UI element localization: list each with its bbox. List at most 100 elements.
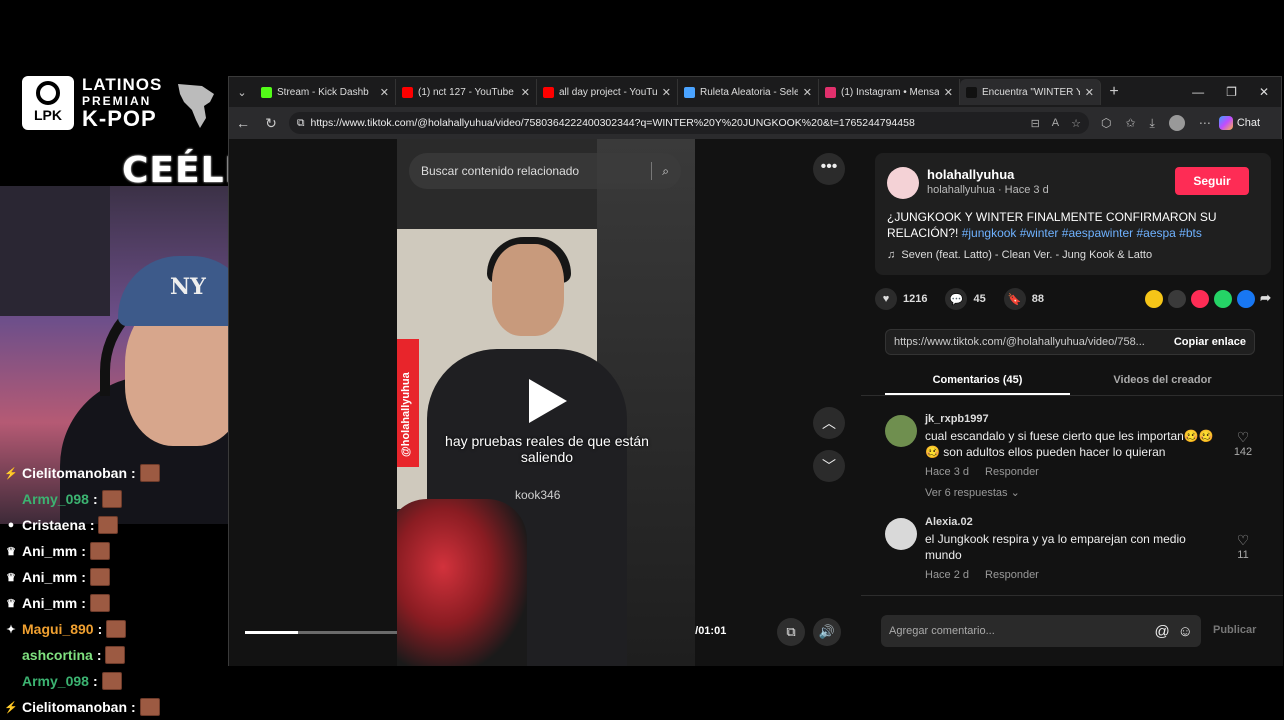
- search-icon[interactable]: ⌕: [662, 164, 669, 179]
- tab-close-icon[interactable]: ✕: [380, 86, 389, 99]
- tab-close-icon[interactable]: ✕: [1085, 86, 1094, 99]
- chat-username[interactable]: Cielitomanoban: [22, 699, 127, 715]
- reload-icon[interactable]: ↻: [257, 115, 285, 132]
- chat-username[interactable]: Army_098: [22, 673, 89, 689]
- browser-tab[interactable]: Encuentra "WINTER Y JU ✕: [960, 79, 1101, 105]
- whatsapp-icon[interactable]: [1214, 290, 1233, 308]
- next-video-icon[interactable]: ﹀: [813, 450, 845, 482]
- facebook-icon[interactable]: [1237, 290, 1256, 308]
- comment-stat[interactable]: 💬 45: [945, 288, 986, 310]
- favorites-icon[interactable]: ✩: [1125, 116, 1135, 130]
- creator-avatar[interactable]: [887, 167, 919, 199]
- more-options-icon[interactable]: •••: [813, 153, 845, 185]
- chat-username[interactable]: Army_098: [22, 491, 89, 507]
- comment-icon: 💬: [945, 288, 968, 310]
- copilot-icon: [1218, 116, 1233, 130]
- creator-username[interactable]: holahallyuhua: [927, 167, 1014, 182]
- tab-comments[interactable]: Comentarios (45): [885, 365, 1070, 395]
- share-arrow-icon[interactable]: ➦: [1260, 290, 1271, 308]
- related-search-placeholder: Buscar contenido relacionado: [421, 164, 580, 178]
- minimize-icon[interactable]: —: [1192, 85, 1204, 99]
- chat-badge-icon: ♛: [6, 597, 16, 610]
- embed-icon[interactable]: [1168, 290, 1187, 308]
- add-comment-input[interactable]: Agregar comentario... @ ☺: [881, 615, 1201, 647]
- chat-username[interactable]: Ani_mm: [22, 595, 77, 611]
- like-stat[interactable]: ♥ 1216: [875, 288, 927, 310]
- tab-close-icon[interactable]: ✕: [944, 86, 953, 99]
- tab-title: (1) Instagram • Mensaje: [841, 86, 939, 98]
- volume-icon[interactable]: 🔊: [813, 618, 841, 646]
- browser-tab[interactable]: Ruleta Aleatoria - Selecc ✕: [678, 79, 819, 105]
- play-icon[interactable]: [529, 379, 567, 423]
- heart-icon: ♥: [875, 288, 897, 310]
- chat-username[interactable]: Magui_890: [22, 621, 94, 637]
- browser-window: ⌄ Stream - Kick Dashb ✕ (1) nct 127 - YouT…: [228, 76, 1283, 666]
- chat-colon: :: [81, 569, 86, 585]
- pip-icon[interactable]: ⧉: [777, 618, 805, 646]
- browser-tab[interactable]: Stream - Kick Dashb ✕: [255, 79, 396, 105]
- comment-time: Hace 3 d: [925, 466, 970, 478]
- chat-username[interactable]: Ani_mm: [22, 569, 77, 585]
- comment-text: el Jungkook respira y ya lo emparejan co…: [925, 532, 1186, 562]
- menu-dots-icon[interactable]: ⋯: [1199, 116, 1211, 130]
- commenter-name[interactable]: jk_rxpb1997: [925, 413, 989, 425]
- tab-list-dropdown-icon[interactable]: ⌄: [229, 86, 255, 99]
- commenter-avatar[interactable]: [885, 518, 917, 550]
- related-search-input[interactable]: Buscar contenido relacionado ⌕: [409, 153, 681, 189]
- emoji-icon[interactable]: ☺: [1178, 623, 1193, 640]
- browser-tab[interactable]: (1) nct 127 - YouTube ✕: [396, 79, 537, 105]
- close-window-icon[interactable]: ✕: [1259, 85, 1269, 99]
- hashtags[interactable]: #jungkook #winter #aespawinter #aespa #b…: [962, 226, 1202, 240]
- comment-like[interactable]: ♡ 142: [1231, 429, 1255, 458]
- video-watermark-kook: kook346: [515, 488, 561, 502]
- url-tools: ⊟ A ☆: [1031, 117, 1081, 130]
- follow-button[interactable]: Seguir: [1175, 167, 1249, 195]
- send-icon[interactable]: [1191, 290, 1210, 308]
- publish-button[interactable]: Publicar: [1213, 624, 1256, 636]
- browser-tab[interactable]: (1) Instagram • Mensaje ✕: [819, 79, 960, 105]
- browser-tab[interactable]: all day project - YouTub ✕: [537, 79, 678, 105]
- commenter-name[interactable]: Alexia.02: [925, 516, 973, 528]
- reply-button[interactable]: Responder: [985, 466, 1039, 478]
- translate-icon[interactable]: A: [1052, 117, 1059, 130]
- address-bar[interactable]: ⧉ https://www.tiktok.com/@holahallyuhua/…: [289, 112, 1089, 134]
- commenter-avatar[interactable]: [885, 415, 917, 447]
- save-stat[interactable]: 🔖 88: [1003, 288, 1044, 310]
- previous-video-icon[interactable]: ︿: [813, 407, 845, 439]
- profile-avatar[interactable]: [1168, 115, 1185, 131]
- tiktok-page: 00:07/01:01 ⧉ 🔊 Buscar contenido relacio…: [229, 139, 1283, 666]
- tab-close-icon[interactable]: ✕: [803, 86, 812, 99]
- download-icon[interactable]: ⤓: [1150, 116, 1155, 131]
- tab-bar: ⌄ Stream - Kick Dashb ✕ (1) nct 127 - YouT…: [229, 77, 1281, 107]
- extension-icon[interactable]: ⬡: [1101, 116, 1111, 130]
- tab-creator-videos[interactable]: Videos del creador: [1070, 365, 1255, 395]
- reader-icon[interactable]: ⊟: [1031, 117, 1040, 130]
- view-replies[interactable]: Ver 6 respuestas ⌄: [925, 486, 1020, 499]
- back-icon[interactable]: ←: [229, 115, 257, 131]
- chat-colon: :: [92, 673, 98, 689]
- tab-close-icon[interactable]: ✕: [521, 86, 530, 99]
- chat-username[interactable]: ashcortina: [22, 647, 93, 663]
- chat-message: Army_098:: [0, 486, 225, 512]
- video-player[interactable]: Buscar contenido relacionado ⌕ @holahall…: [397, 139, 695, 666]
- reply-button[interactable]: Responder: [985, 569, 1039, 581]
- copilot-chat-button[interactable]: Chat: [1218, 116, 1260, 130]
- chat-username[interactable]: Cristaena: [22, 517, 86, 533]
- chat-badge-icon: ⚡: [4, 467, 18, 480]
- tab-close-icon[interactable]: ✕: [662, 86, 671, 99]
- repost-icon[interactable]: [1145, 290, 1164, 308]
- music-row[interactable]: ♫ Seven (feat. Latto) - Clean Ver. - Jun…: [887, 249, 1152, 261]
- person-head: [492, 244, 564, 336]
- chat-username[interactable]: Cielitomanoban: [22, 465, 127, 481]
- tab-favicon-icon: [261, 86, 272, 98]
- chat-username[interactable]: Ani_mm: [22, 543, 77, 559]
- new-tab-button[interactable]: +: [1101, 83, 1127, 101]
- favorite-star-icon[interactable]: ☆: [1071, 117, 1081, 130]
- maximize-icon[interactable]: ❐: [1226, 85, 1237, 99]
- site-info-icon[interactable]: ⧉: [297, 117, 305, 130]
- mention-icon[interactable]: @: [1154, 623, 1169, 640]
- copy-link-button[interactable]: Copiar enlace: [1174, 336, 1246, 348]
- chat-message: ⚡ Cielitomanoban:: [0, 694, 225, 720]
- comment-like[interactable]: ♡ 11: [1231, 532, 1255, 561]
- logo-line-1: LATINOS: [82, 75, 163, 94]
